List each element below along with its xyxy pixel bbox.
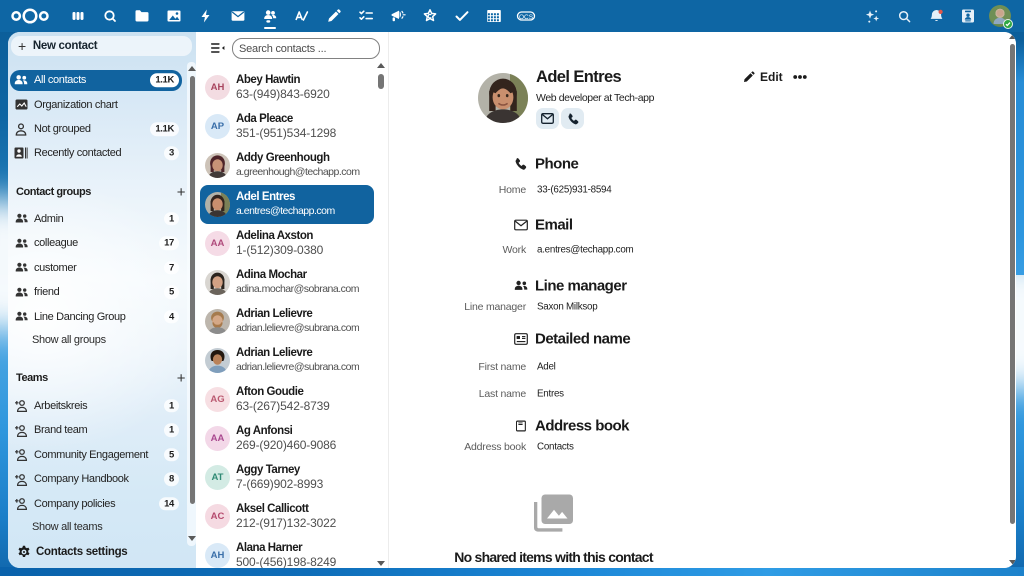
svg-text:OCS: OCS — [519, 14, 534, 21]
